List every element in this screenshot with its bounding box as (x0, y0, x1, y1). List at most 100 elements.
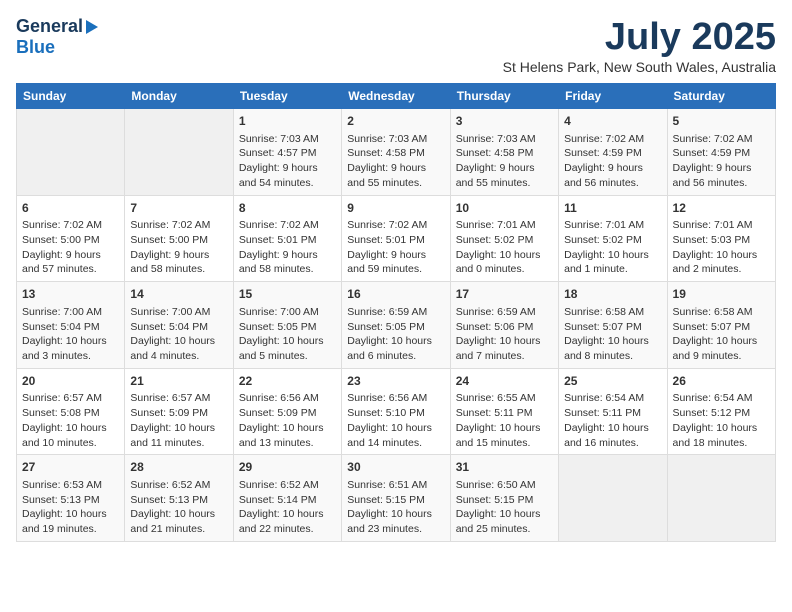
day-info: Daylight: 9 hours and 58 minutes. (239, 248, 336, 277)
calendar-cell: 15Sunrise: 7:00 AMSunset: 5:05 PMDayligh… (233, 282, 341, 369)
day-info: Sunrise: 7:00 AM (130, 305, 227, 320)
day-number: 31 (456, 459, 553, 476)
calendar-week-1: 1Sunrise: 7:03 AMSunset: 4:57 PMDaylight… (17, 109, 776, 196)
day-info: Sunset: 5:09 PM (239, 406, 336, 421)
day-info: Sunrise: 7:02 AM (130, 218, 227, 233)
calendar-week-5: 27Sunrise: 6:53 AMSunset: 5:13 PMDayligh… (17, 455, 776, 542)
day-info: Daylight: 10 hours and 0 minutes. (456, 248, 553, 277)
calendar-week-2: 6Sunrise: 7:02 AMSunset: 5:00 PMDaylight… (17, 195, 776, 282)
day-number: 3 (456, 113, 553, 130)
day-number: 23 (347, 373, 444, 390)
calendar-week-4: 20Sunrise: 6:57 AMSunset: 5:08 PMDayligh… (17, 368, 776, 455)
day-info: Sunset: 4:58 PM (347, 146, 444, 161)
day-number: 18 (564, 286, 661, 303)
day-info: Sunset: 4:58 PM (456, 146, 553, 161)
day-info: Sunrise: 6:52 AM (130, 478, 227, 493)
day-info: Daylight: 10 hours and 6 minutes. (347, 334, 444, 363)
day-info: Sunrise: 6:57 AM (22, 391, 119, 406)
day-number: 16 (347, 286, 444, 303)
calendar-header-row: SundayMondayTuesdayWednesdayThursdayFrid… (17, 84, 776, 109)
day-info: Sunrise: 7:03 AM (347, 132, 444, 147)
day-number: 11 (564, 200, 661, 217)
day-info: Daylight: 10 hours and 13 minutes. (239, 421, 336, 450)
day-info: Daylight: 10 hours and 25 minutes. (456, 507, 553, 536)
day-info: Sunrise: 7:02 AM (673, 132, 770, 147)
day-info: Daylight: 10 hours and 2 minutes. (673, 248, 770, 277)
calendar-cell: 23Sunrise: 6:56 AMSunset: 5:10 PMDayligh… (342, 368, 450, 455)
calendar-cell (559, 455, 667, 542)
day-info: Sunset: 4:57 PM (239, 146, 336, 161)
logo-arrow-icon (86, 20, 98, 34)
calendar-cell: 4Sunrise: 7:02 AMSunset: 4:59 PMDaylight… (559, 109, 667, 196)
day-info: Sunset: 4:59 PM (673, 146, 770, 161)
day-number: 22 (239, 373, 336, 390)
day-number: 29 (239, 459, 336, 476)
column-header-sunday: Sunday (17, 84, 125, 109)
logo-blue-text: Blue (16, 37, 55, 57)
logo-general-text: General (16, 16, 83, 37)
calendar-cell: 1Sunrise: 7:03 AMSunset: 4:57 PMDaylight… (233, 109, 341, 196)
day-info: Daylight: 9 hours and 56 minutes. (564, 161, 661, 190)
day-info: Sunset: 5:11 PM (564, 406, 661, 421)
calendar-cell: 26Sunrise: 6:54 AMSunset: 5:12 PMDayligh… (667, 368, 775, 455)
day-info: Sunset: 5:14 PM (239, 493, 336, 508)
logo: General Blue (16, 16, 98, 58)
calendar-cell: 10Sunrise: 7:01 AMSunset: 5:02 PMDayligh… (450, 195, 558, 282)
calendar-cell: 29Sunrise: 6:52 AMSunset: 5:14 PMDayligh… (233, 455, 341, 542)
day-info: Sunrise: 6:52 AM (239, 478, 336, 493)
day-info: Sunset: 5:05 PM (239, 320, 336, 335)
day-info: Sunset: 5:06 PM (456, 320, 553, 335)
day-info: Sunset: 5:12 PM (673, 406, 770, 421)
calendar-cell: 9Sunrise: 7:02 AMSunset: 5:01 PMDaylight… (342, 195, 450, 282)
day-info: Daylight: 10 hours and 5 minutes. (239, 334, 336, 363)
day-info: Daylight: 10 hours and 14 minutes. (347, 421, 444, 450)
day-info: Daylight: 10 hours and 8 minutes. (564, 334, 661, 363)
calendar-cell: 28Sunrise: 6:52 AMSunset: 5:13 PMDayligh… (125, 455, 233, 542)
day-number: 28 (130, 459, 227, 476)
day-info: Daylight: 9 hours and 59 minutes. (347, 248, 444, 277)
column-header-wednesday: Wednesday (342, 84, 450, 109)
day-info: Daylight: 10 hours and 9 minutes. (673, 334, 770, 363)
calendar-cell: 27Sunrise: 6:53 AMSunset: 5:13 PMDayligh… (17, 455, 125, 542)
day-info: Sunset: 5:02 PM (456, 233, 553, 248)
day-info: Sunrise: 6:58 AM (673, 305, 770, 320)
day-info: Daylight: 10 hours and 11 minutes. (130, 421, 227, 450)
day-info: Sunset: 5:02 PM (564, 233, 661, 248)
day-info: Sunrise: 7:02 AM (22, 218, 119, 233)
day-info: Daylight: 9 hours and 55 minutes. (347, 161, 444, 190)
day-info: Sunset: 5:01 PM (239, 233, 336, 248)
calendar-cell: 14Sunrise: 7:00 AMSunset: 5:04 PMDayligh… (125, 282, 233, 369)
day-info: Daylight: 10 hours and 3 minutes. (22, 334, 119, 363)
day-number: 2 (347, 113, 444, 130)
day-info: Daylight: 10 hours and 10 minutes. (22, 421, 119, 450)
day-number: 9 (347, 200, 444, 217)
day-info: Daylight: 10 hours and 19 minutes. (22, 507, 119, 536)
day-number: 15 (239, 286, 336, 303)
day-number: 24 (456, 373, 553, 390)
day-info: Daylight: 10 hours and 4 minutes. (130, 334, 227, 363)
day-number: 17 (456, 286, 553, 303)
day-info: Daylight: 9 hours and 57 minutes. (22, 248, 119, 277)
day-info: Daylight: 10 hours and 23 minutes. (347, 507, 444, 536)
day-info: Sunset: 5:00 PM (22, 233, 119, 248)
day-number: 4 (564, 113, 661, 130)
day-number: 27 (22, 459, 119, 476)
day-info: Sunrise: 7:02 AM (347, 218, 444, 233)
day-number: 13 (22, 286, 119, 303)
day-info: Sunrise: 7:02 AM (239, 218, 336, 233)
day-info: Sunset: 5:04 PM (22, 320, 119, 335)
calendar-title: July 2025 (503, 16, 776, 59)
day-info: Sunrise: 7:03 AM (456, 132, 553, 147)
day-info: Sunrise: 6:50 AM (456, 478, 553, 493)
calendar-cell (667, 455, 775, 542)
calendar-cell: 11Sunrise: 7:01 AMSunset: 5:02 PMDayligh… (559, 195, 667, 282)
day-info: Sunset: 5:10 PM (347, 406, 444, 421)
calendar-cell: 7Sunrise: 7:02 AMSunset: 5:00 PMDaylight… (125, 195, 233, 282)
day-info: Sunrise: 6:54 AM (564, 391, 661, 406)
column-header-saturday: Saturday (667, 84, 775, 109)
day-info: Sunset: 5:01 PM (347, 233, 444, 248)
calendar-cell: 18Sunrise: 6:58 AMSunset: 5:07 PMDayligh… (559, 282, 667, 369)
day-info: Sunrise: 7:02 AM (564, 132, 661, 147)
day-number: 19 (673, 286, 770, 303)
day-info: Daylight: 9 hours and 55 minutes. (456, 161, 553, 190)
